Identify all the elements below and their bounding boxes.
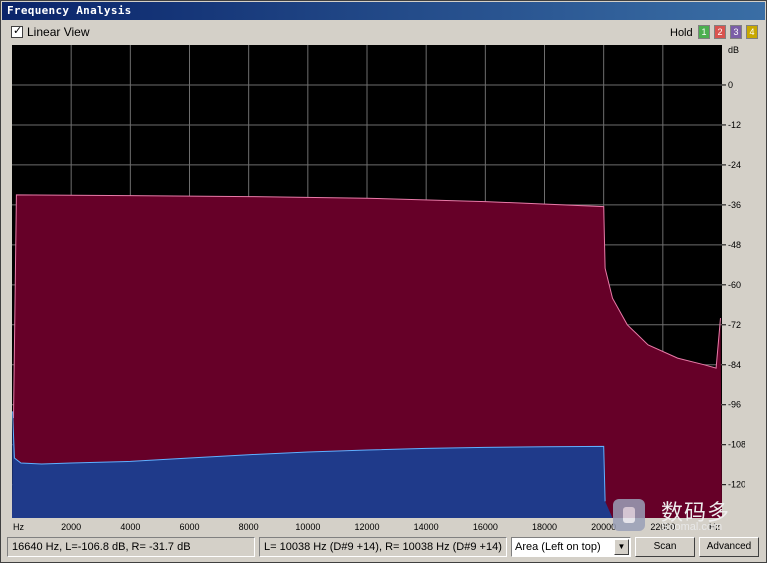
status-bar: 16640 Hz, L=-106.8 dB, R= -31.7 dB L= 10… <box>1 537 766 559</box>
peak-readout: L= 10038 Hz (D#9 +14), R= 10038 Hz (D#9 … <box>259 537 507 557</box>
spectrum-plot[interactable]: Hz 2000 4000 6000 8000 10000 12000 14000 16000 18… <box>10 43 745 533</box>
y-tick-label: -60 <box>728 280 741 290</box>
spectrum-chart[interactable]: Hz 2000 4000 6000 8000 10000 12000 14000 16000 18… <box>10 43 745 533</box>
toolbar: ✓ Linear View Hold 1 2 3 4 <box>1 21 766 43</box>
linear-view-label: Linear View <box>27 25 90 39</box>
x-tick-label: Hz <box>13 522 24 532</box>
title-bar: Frequency Analysis <box>2 2 765 20</box>
x-tick-label: 4000 <box>120 522 140 532</box>
x-tick-label: 6000 <box>179 522 199 532</box>
x-tick-label: 22000 <box>650 522 675 532</box>
linear-view-checkbox[interactable]: ✓ <box>11 24 23 38</box>
y-tick-label: dB <box>728 45 739 55</box>
frequency-analysis-window: Frequency Analysis ✓ Linear View Hold 1 … <box>0 0 767 563</box>
y-tick-label: -24 <box>728 160 741 170</box>
checkmark-icon: ✓ <box>13 24 23 37</box>
y-tick-label: -84 <box>728 360 741 370</box>
x-tick-label: Hz <box>709 522 720 532</box>
scan-button[interactable]: Scan <box>635 537 695 557</box>
view-mode-select[interactable]: Area (Left on top) ▼ <box>511 537 631 557</box>
y-tick-label: -96 <box>728 400 741 410</box>
y-tick-label: 0 <box>728 80 733 90</box>
y-tick-label: -36 <box>728 200 741 210</box>
y-tick-label: -108 <box>728 440 745 450</box>
hold-label: Hold <box>670 27 693 39</box>
view-mode-value: Area (Left on top) <box>515 541 601 553</box>
x-tick-label: 20000 <box>591 522 616 532</box>
y-tick-label: -120 <box>728 480 745 490</box>
cursor-readout: 16640 Hz, L=-106.8 dB, R= -31.7 dB <box>7 537 255 557</box>
y-tick-label: -48 <box>728 240 741 250</box>
hold-button-2[interactable]: 2 <box>714 25 726 39</box>
y-tick-label: -72 <box>728 320 741 330</box>
y-tick-label: -12 <box>728 120 741 130</box>
chevron-down-icon[interactable]: ▼ <box>614 539 629 555</box>
x-tick-label: 16000 <box>473 522 498 532</box>
x-tick-label: 18000 <box>532 522 557 532</box>
hold-button-1[interactable]: 1 <box>698 25 710 39</box>
x-tick-label: 14000 <box>414 522 439 532</box>
x-tick-label: 10000 <box>295 522 320 532</box>
x-tick-label: 2000 <box>61 522 81 532</box>
x-tick-label: 8000 <box>239 522 259 532</box>
hold-button-4[interactable]: 4 <box>746 25 758 39</box>
hold-button-3[interactable]: 3 <box>730 25 742 39</box>
advanced-button[interactable]: Advanced <box>699 537 759 557</box>
x-tick-label: 12000 <box>354 522 379 532</box>
